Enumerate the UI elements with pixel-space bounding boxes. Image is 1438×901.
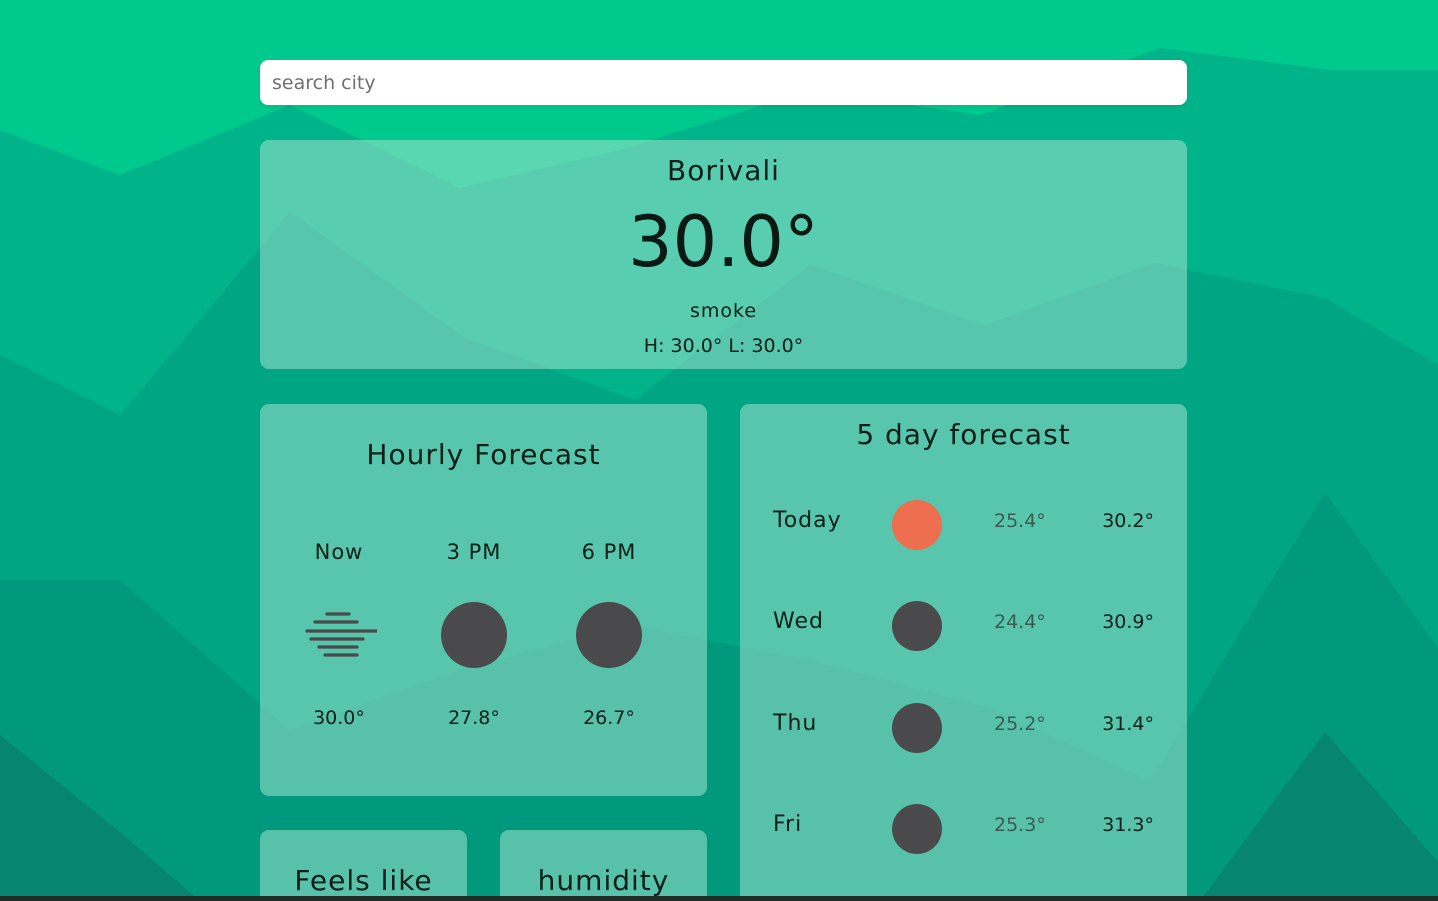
forecast-low: 24.4°	[994, 611, 1046, 633]
forecast-row: Today 25.4° 30.2°	[740, 500, 1187, 550]
forecast-high: 31.3°	[1102, 814, 1154, 836]
forecast-row: Thu 25.2° 31.4°	[740, 703, 1187, 753]
moon-disc-icon	[441, 602, 507, 668]
moon-disc-icon	[892, 804, 942, 854]
hour-time: 3 PM	[446, 540, 502, 564]
hour-time: Now	[314, 540, 364, 564]
forecast-day: Thu	[773, 711, 818, 736]
five-day-forecast-card: 5 day forecast Today 25.4° 30.2° Wed 24.…	[740, 404, 1187, 901]
hourly-forecast-card: Hourly Forecast Now 30.0° 3 PM 27.8° 6 P…	[260, 404, 707, 796]
forecast-day: Fri	[773, 812, 803, 837]
forecast-low: 25.3°	[994, 814, 1046, 836]
forecast-day: Wed	[773, 609, 824, 634]
forecast-high: 31.4°	[1102, 713, 1154, 735]
forecast-low: 25.2°	[994, 713, 1046, 735]
weather-description: smoke	[689, 300, 758, 322]
five-day-forecast-title: 5 day forecast	[856, 418, 1071, 451]
forecast-high: 30.9°	[1102, 611, 1154, 633]
moon-disc-icon	[576, 602, 642, 668]
sun-disc-icon	[892, 500, 942, 550]
hourly-item: 6 PM 26.7°	[549, 404, 669, 796]
hour-temperature: 26.7°	[583, 707, 635, 729]
moon-disc-icon	[892, 703, 942, 753]
forecast-low: 25.4°	[994, 510, 1046, 532]
forecast-row: Fri 25.3° 31.3°	[740, 804, 1187, 854]
feels-like-title: Feels like	[294, 864, 433, 897]
hourly-item: 3 PM 27.8°	[414, 404, 534, 796]
search-bar[interactable]	[260, 60, 1187, 105]
hourly-item: Now 30.0°	[279, 404, 399, 796]
hour-temperature: 30.0°	[313, 707, 365, 729]
mountain-background	[0, 0, 1438, 901]
hour-time: 6 PM	[581, 540, 637, 564]
smoke-haze-icon	[305, 602, 379, 668]
hour-temperature: 27.8°	[448, 707, 500, 729]
feels-like-card: Feels like	[260, 830, 467, 901]
city-name: Borivali	[667, 154, 780, 187]
search-input[interactable]	[260, 60, 1187, 105]
humidity-title: humidity	[537, 864, 670, 897]
humidity-card: humidity	[500, 830, 707, 901]
window-bottom-edge	[0, 896, 1438, 901]
current-temperature: 30.0°	[628, 201, 819, 283]
high-low-temperature: H: 30.0° L: 30.0°	[643, 335, 804, 357]
forecast-high: 30.2°	[1102, 510, 1154, 532]
moon-disc-icon	[892, 601, 942, 651]
forecast-row: Wed 24.4° 30.9°	[740, 601, 1187, 651]
current-weather-card: Borivali 30.0° smoke H: 30.0° L: 30.0°	[260, 140, 1187, 369]
forecast-day: Today	[773, 508, 842, 533]
